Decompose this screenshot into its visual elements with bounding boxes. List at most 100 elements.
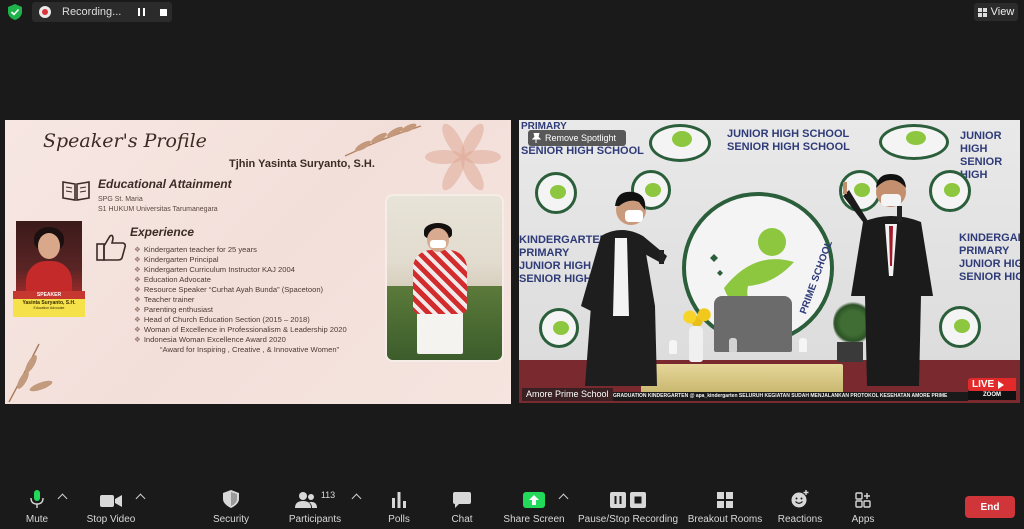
stop-icon [630,492,646,508]
list-item: ❖ Kindergarten Principal [134,255,219,264]
speaker-tag-role: SPEAKER [13,291,85,299]
speaker-tag-caption: Education Advocate [33,306,65,310]
play-icon [998,380,1005,389]
live-label: LIVE [972,379,995,390]
grid-icon [977,7,987,17]
security-label: Security [212,514,250,525]
stop-recording-icon[interactable] [156,6,170,18]
participants-count: 113 [320,490,336,500]
polls-bar-chart-icon [392,492,406,508]
education-heading: Educational Attainment [98,177,232,191]
list-item: ❖ Parenting enthusiast [134,305,214,314]
live-brand: ZOOM [968,391,1016,400]
meeting-toolbar: Mute Stop Video Security 113 Participant… [0,482,1024,529]
polls-label: Polls [388,514,410,525]
backdrop-text: KINDERGARTEN PRIMARY JUNIOR HIGH S SENIO… [959,232,1020,283]
list-item: ❖ Education Advocate [134,275,211,284]
live-badge: LIVE ZOOM [968,378,1016,400]
speaker-name: Tjhin Yasinta Suryanto, S.H. [229,158,375,170]
share-screen-label: Share Screen [503,514,565,525]
security-shield-icon [223,490,239,508]
participants-options-caret[interactable] [351,493,362,504]
vase [689,326,703,362]
list-item: ❖ Kindergarten teacher for 25 years [134,245,257,254]
backdrop-text: JUNIOR HIGH SENIOR HIGH [960,130,1003,181]
list-item: ❖ Kindergarten Curriculum Instructor KAJ … [134,265,295,274]
speaker-event-photo [385,194,504,362]
apps-label: Apps [851,514,875,525]
view-button[interactable]: View [974,3,1018,21]
book-icon [62,181,90,201]
list-item: ❖ Woman of Excellence in Professionalism … [134,325,347,334]
share-screen-arrow-icon [523,492,545,508]
apps-icon [855,492,871,508]
news-ticker: GRADUATION KINDERGARTEN @ apa_kindergart… [613,392,968,401]
mute-options-caret[interactable] [57,493,68,504]
remove-spotlight-button[interactable]: Remove Spotlight [528,130,626,146]
video-camera-icon [100,495,122,507]
pause-stop-recording-button[interactable]: Pause/Stop Recording [578,482,678,529]
leaf-branch-decoration [8,343,53,403]
reactions-label: Reactions [777,514,823,525]
spotlight-video-tile[interactable]: JUNIOR HIGH SCHOOL SENIOR HIGH SCHOOL PR… [519,120,1020,403]
school-logo [649,124,711,162]
glass [799,338,807,352]
stage-sofa [714,296,792,352]
speaker-photo [16,221,82,301]
award-note: “Award for Inspiring , Creative , & Inno… [160,345,340,354]
breakout-rooms-label: Breakout Rooms [687,514,763,525]
participants-button[interactable]: 113 Participants [286,482,344,529]
list-item: ❖ Head of Church Education Section (2015 … [134,315,310,324]
leaf-branch-decoration [344,123,422,157]
list-item: ❖ Indonesia Woman Excellence Award 2020 [134,335,286,344]
education-item: SPG St. Maria [98,196,143,203]
participants-icon [294,492,317,508]
shared-screen-slide: Speaker's Profile Tjhin Yasinta Suryanto… [5,120,511,404]
list-item: ❖ Resource Speaker “Curhat Ayah Bunda” (S… [134,285,324,294]
security-button[interactable]: Security [206,482,256,529]
end-meeting-button[interactable]: End [965,496,1015,518]
reactions-button[interactable]: Reactions [776,482,824,529]
experience-list: ❖ Kindergarten teacher for 25 years ❖ Kind… [134,245,347,355]
pause-stop-recording-label: Pause/Stop Recording [577,514,679,525]
recording-dot-icon [39,6,51,18]
view-label: View [990,6,1015,18]
recording-indicator: Recording... [32,2,172,22]
presenter-woman [581,191,667,386]
presenter-man [843,174,933,386]
school-logo [939,306,981,348]
list-item: ❖ Teacher trainer [134,295,195,304]
apps-button[interactable]: Apps [848,482,878,529]
breakout-rooms-grid-icon [717,492,733,508]
glass [729,338,737,352]
flower-vase [679,306,715,328]
microphone-icon [30,490,44,508]
participant-name: Amore Prime School [522,388,613,401]
polls-button[interactable]: Polls [384,482,414,529]
pause-icon [610,492,626,508]
pin-icon [532,133,541,143]
top-bar: Recording... View [0,0,1024,24]
stage-table [641,364,843,394]
chat-button[interactable]: Chat [446,482,478,529]
pause-recording-icon[interactable] [134,6,148,18]
speaker-tag: SPEAKER Yasinta Suryanto, S.H. Education… [13,291,85,317]
shield-check-icon[interactable] [8,4,22,20]
school-logo [879,124,949,160]
chat-label: Chat [451,514,473,525]
backdrop-text: JUNIOR HIGH SCHOOL SENIOR HIGH SCHOOL [727,128,850,153]
experience-heading: Experience [130,225,195,239]
participants-label: Participants [288,514,342,525]
reactions-smiley-icon [791,490,809,508]
mute-button[interactable]: Mute [16,482,58,529]
stop-video-button[interactable]: Stop Video [80,482,142,529]
thumbs-up-icon [96,234,127,261]
education-item: S1 HUKUM Universitas Tarumanegara [98,206,218,213]
recording-label: Recording... [62,6,122,18]
stop-video-label: Stop Video [86,514,136,525]
breakout-rooms-button[interactable]: Breakout Rooms [686,482,764,529]
slide-title: Speaker's Profile [43,130,207,152]
remove-spotlight-label: Remove Spotlight [545,133,617,143]
mute-label: Mute [25,514,49,525]
share-screen-button[interactable]: Share Screen [503,482,565,529]
